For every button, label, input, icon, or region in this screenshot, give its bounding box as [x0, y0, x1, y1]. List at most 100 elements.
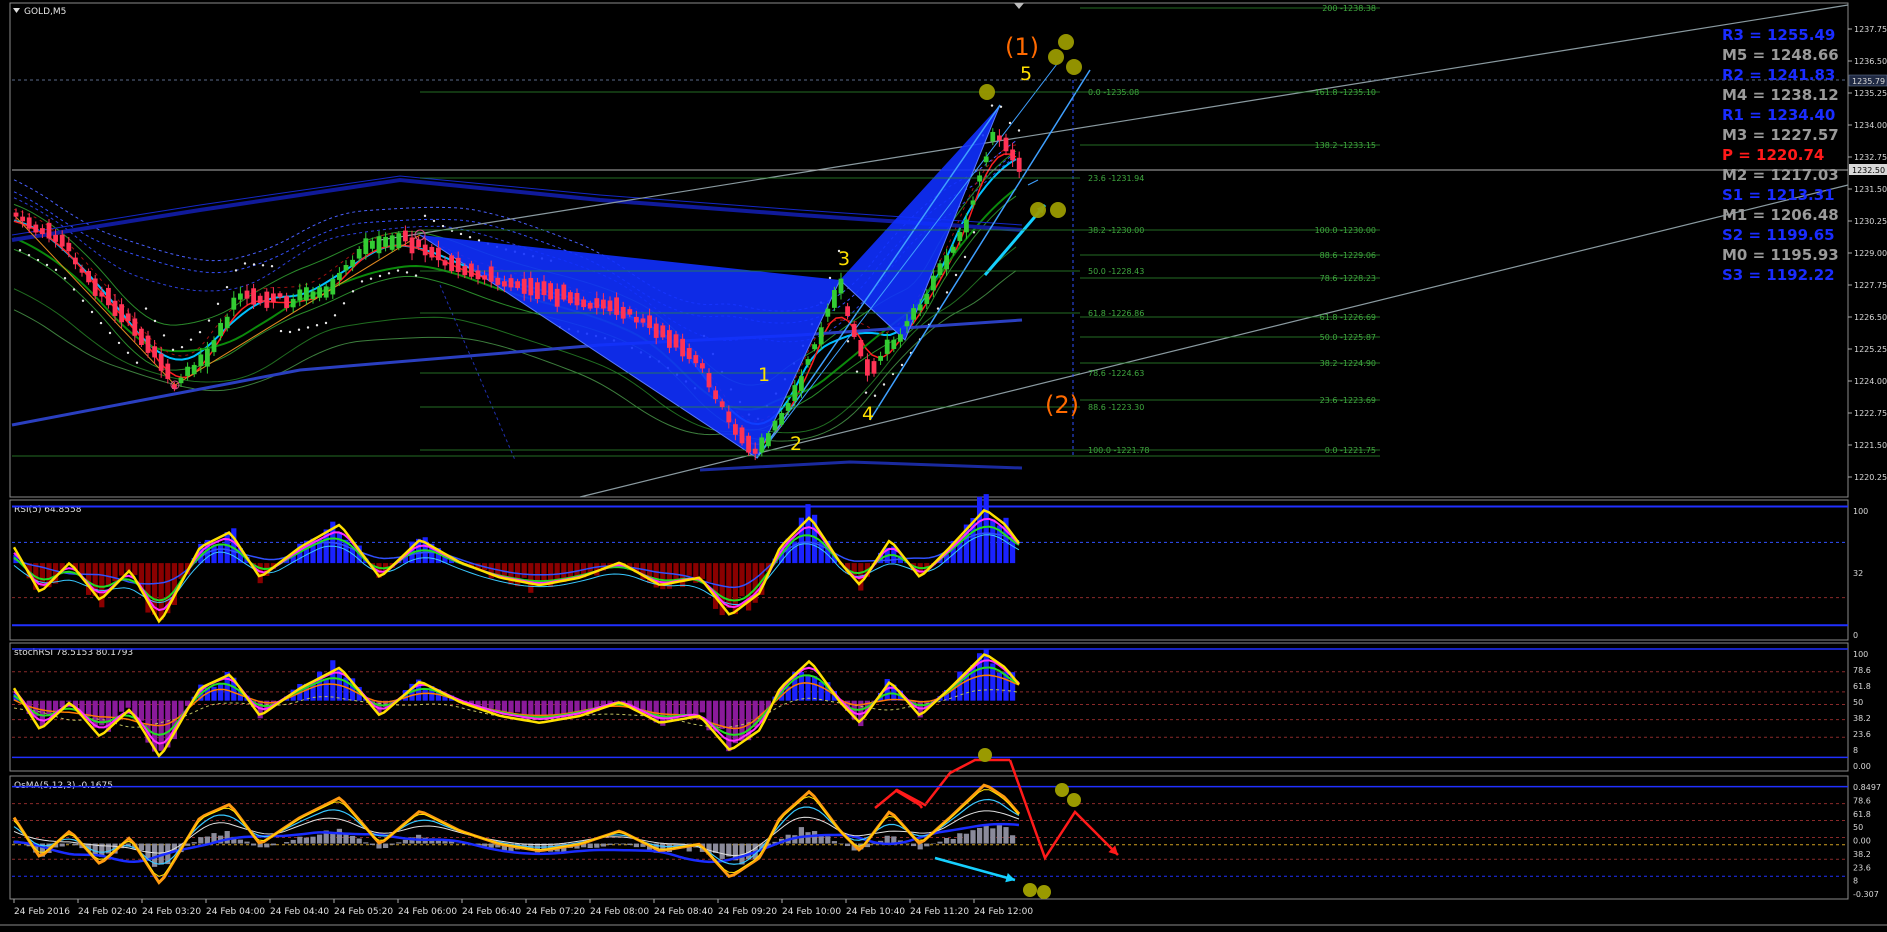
price-tick-label: 1235.25 — [1854, 89, 1887, 98]
time-tick-label: 24 Feb 03:20 — [142, 907, 201, 917]
time-tick-label: 24 Feb 2016 — [14, 907, 70, 917]
fib-right-label: 61.8 -1226.69 — [1320, 313, 1376, 322]
candle-body — [297, 289, 302, 300]
candle-body — [152, 346, 157, 357]
price-tick-label: 1224.00 — [1854, 377, 1887, 386]
rsi-hist-bar — [700, 563, 705, 579]
parabolic-sar-dot — [316, 324, 318, 326]
candle-body — [469, 264, 474, 277]
stoch-scale-label: 0.00 — [1853, 762, 1871, 771]
parabolic-sar-dot — [460, 233, 462, 235]
osma-scale-label: 78.6 — [1853, 796, 1871, 805]
osma-hist-bar — [964, 834, 969, 844]
candle-body — [113, 301, 118, 316]
rsi-hist-bar — [225, 532, 230, 563]
candle-body — [139, 329, 144, 345]
stoch-hist-bar — [126, 701, 131, 708]
candle-body — [377, 236, 382, 253]
stoch-scale-label: 50 — [1853, 698, 1863, 707]
wave-label-big1: (1) — [1005, 33, 1039, 61]
candle-body — [601, 300, 606, 309]
wave-label-w2: 2 — [790, 433, 802, 455]
candle-body — [33, 225, 38, 233]
candle-body — [495, 278, 500, 285]
parabolic-sar-dot — [379, 275, 381, 277]
candle-body — [832, 290, 837, 308]
wave-label-w4: 4 — [862, 403, 874, 425]
pivot-label: M3 = 1227.57 — [1722, 126, 1839, 144]
osma-hist-bar — [1003, 827, 1008, 843]
candle-body — [390, 235, 395, 249]
candle-body — [819, 327, 824, 344]
osma-hist-bar — [911, 844, 916, 847]
candle-body — [218, 323, 223, 336]
candle-body — [509, 278, 514, 287]
candle-body — [713, 390, 718, 399]
parabolic-sar-dot — [883, 383, 885, 385]
candle-body — [806, 359, 811, 365]
candle-body — [231, 298, 236, 310]
fib-left-label: 78.6 -1224.63 — [1088, 369, 1144, 378]
time-tick-label: 24 Feb 06:40 — [462, 907, 521, 917]
time-tick-label: 24 Feb 12:00 — [974, 907, 1033, 917]
osma-hist-bar — [885, 836, 890, 844]
wave-label-w1: 1 — [758, 364, 770, 386]
osma-hist-bar — [396, 842, 401, 843]
candle-body — [786, 403, 791, 411]
fib-right-label: 23.6 -1223.69 — [1320, 396, 1376, 405]
rsi-hist-bar — [957, 543, 962, 563]
marker-circle — [1058, 34, 1074, 50]
parabolic-sar-dot — [181, 346, 183, 348]
candle-body — [436, 248, 441, 260]
osma-hist-bar — [297, 837, 302, 844]
candle-body — [363, 238, 368, 254]
parabolic-sar-dot — [370, 278, 372, 280]
price-tick-label: 1232.75 — [1854, 153, 1887, 162]
candle-body — [825, 309, 830, 317]
osma-hist-bar — [363, 842, 368, 843]
chart-canvas[interactable]: 0.0 -1235.0823.6 -1231.9438.2 -1230.0050… — [0, 0, 1887, 928]
candle-body — [476, 270, 481, 279]
candle-body — [621, 307, 626, 319]
stoch-hist-bar — [515, 701, 520, 713]
parabolic-sar-dot — [424, 215, 426, 217]
osma-hist-bar — [924, 844, 929, 847]
osma-hist-bar — [951, 839, 956, 844]
time-tick-label: 24 Feb 02:40 — [78, 907, 137, 917]
parabolic-sar-dot — [208, 319, 210, 321]
osma-hist-bar — [291, 840, 296, 844]
osma-scale-label: 38.2 — [1853, 850, 1871, 859]
candle-body — [1010, 149, 1015, 160]
rsi-hist-bar — [528, 563, 533, 593]
candle-body — [311, 291, 316, 299]
stoch-hist-bar — [40, 701, 45, 727]
parabolic-sar-dot — [226, 286, 228, 288]
pivot-label: M0 = 1195.93 — [1722, 246, 1839, 264]
osma-hist-bar — [489, 844, 494, 848]
fib-right-label: 161.8 -1235.10 — [1315, 88, 1376, 97]
osma-scale-label: 50 — [1853, 823, 1863, 832]
osma-hist-bar — [990, 828, 995, 843]
current-price-tag-label: 1232.50 — [1852, 166, 1885, 175]
rsi-hist-bar — [673, 563, 678, 581]
price-tick-label: 1237.75 — [1854, 25, 1887, 34]
time-tick-label: 24 Feb 07:20 — [526, 907, 585, 917]
pivot-label: M1 = 1206.48 — [1722, 206, 1839, 224]
stoch-scale-label: 8 — [1853, 746, 1858, 755]
time-tick-label: 24 Feb 10:40 — [846, 907, 905, 917]
candle-body — [885, 340, 890, 354]
rsi-hist-bar — [218, 545, 223, 563]
osma-marker-circle — [1023, 883, 1037, 897]
candle-body — [271, 293, 276, 302]
parabolic-sar-dot — [46, 264, 48, 266]
candle-body — [132, 318, 137, 335]
parabolic-sar-dot — [91, 311, 93, 313]
price-axis[interactable]: 1237.751236.501235.251234.001232.751231.… — [1848, 25, 1887, 482]
osma-hist-bar — [614, 844, 619, 845]
parabolic-sar-dot — [991, 104, 993, 106]
candle-body — [924, 294, 929, 304]
stoch-hist-bar — [720, 701, 725, 729]
candle-body — [984, 156, 989, 162]
stoch-hist-bar — [812, 676, 817, 700]
chart-window: 0.0 -1235.0823.6 -1231.9438.2 -1230.0050… — [0, 0, 1887, 928]
